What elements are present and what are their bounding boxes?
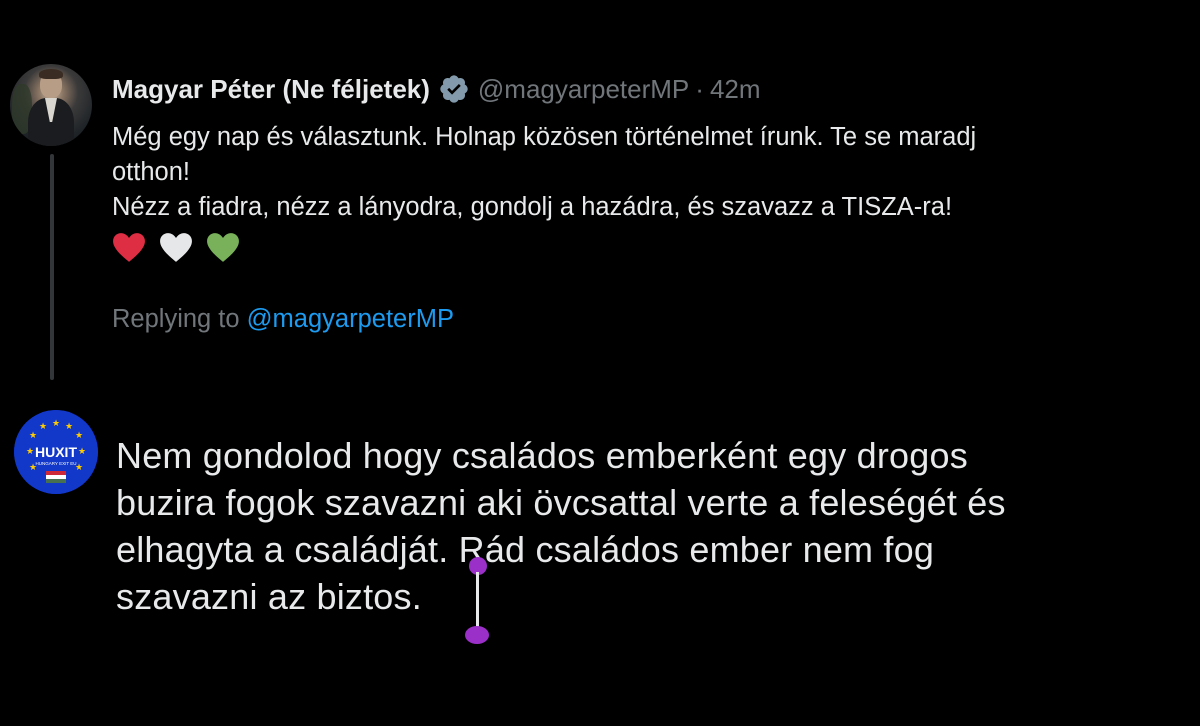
replying-to-handle-link[interactable]: @magyarpeterMP — [247, 305, 454, 333]
separator-dot: · — [695, 73, 704, 104]
reply-text-line: elhagyta a családját. Rád családos ember… — [116, 529, 935, 570]
thread-connector-line — [50, 154, 54, 380]
svg-text:★: ★ — [65, 422, 73, 432]
svg-text:★: ★ — [52, 419, 60, 429]
svg-text:★: ★ — [39, 422, 47, 432]
author-avatar-column — [10, 64, 94, 146]
white-heart-icon — [160, 233, 193, 262]
author-avatar[interactable] — [10, 64, 92, 146]
tweet-text-line: otthon! — [112, 158, 190, 186]
svg-text:★: ★ — [75, 431, 83, 441]
reply-text-line: buzira fogok szavazni aki övcsattal vert… — [116, 482, 1006, 523]
huxit-logo-icon: ★ ★ ★ ★ ★ ★ ★ ★ ★ HUXIT HUNGARY EXIT EU — [14, 410, 98, 494]
replying-to-line: Replying to @magyarpeterMP — [112, 305, 1192, 334]
verified-badge-icon — [440, 75, 468, 103]
text-cursor — [476, 572, 479, 630]
svg-text:★: ★ — [78, 447, 86, 457]
reply-text-line: szavazni az biztos. — [116, 576, 422, 617]
svg-text:★: ★ — [26, 447, 34, 457]
tweet-text-line: Még egy nap és választunk. Holnap közöse… — [112, 123, 977, 151]
avatar-huxit-text: HUXIT — [35, 444, 77, 460]
heart-emojis — [112, 227, 1192, 265]
tweet-text: Még egy nap és választunk. Holnap közöse… — [112, 120, 1192, 265]
reply-user-avatar[interactable]: ★ ★ ★ ★ ★ ★ ★ ★ ★ HUXIT HUNGARY EXIT EU — [14, 410, 98, 494]
tweet-timestamp[interactable]: 42m — [710, 74, 761, 105]
original-tweet[interactable]: Magyar Péter (Ne féljetek) @magyarpeterM… — [0, 0, 1200, 390]
green-heart-icon — [207, 233, 240, 262]
red-heart-icon — [113, 233, 145, 262]
reply-text-input[interactable]: Nem gondolod hogy családos emberként egy… — [116, 432, 1176, 620]
avatar-subtext: HUNGARY EXIT EU — [35, 461, 76, 466]
svg-text:★: ★ — [29, 431, 37, 441]
author-handle[interactable]: @magyarpeterMP — [478, 74, 689, 105]
tweet-header: Magyar Péter (Ne féljetek) @magyarpeterM… — [112, 70, 1192, 108]
selection-handle-bottom[interactable] — [465, 626, 489, 644]
author-name[interactable]: Magyar Péter (Ne féljetek) — [112, 74, 430, 105]
replying-to-label: Replying to — [112, 305, 240, 334]
reply-text-line: Nem gondolod hogy családos emberként egy… — [116, 435, 968, 476]
tweet-text-line: Nézz a fiadra, nézz a lányodra, gondolj … — [112, 193, 953, 221]
tweet-content: Magyar Péter (Ne féljetek) @magyarpeterM… — [112, 70, 1192, 334]
